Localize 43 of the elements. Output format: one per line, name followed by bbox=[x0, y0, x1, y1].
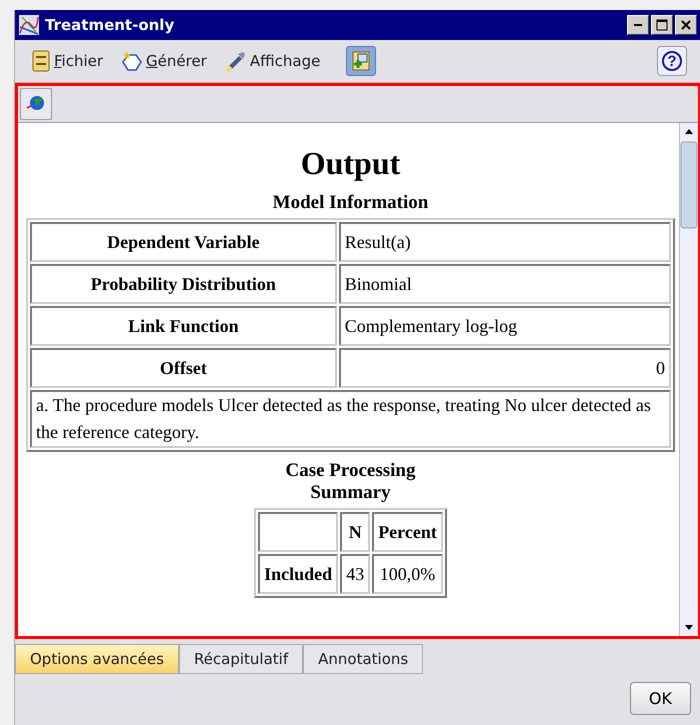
drawer-icon bbox=[31, 50, 51, 72]
row-header: Probability Distribution bbox=[30, 264, 337, 304]
toolbar-button[interactable] bbox=[346, 46, 376, 76]
table-title: Model Information bbox=[272, 192, 428, 214]
window-plus-icon bbox=[350, 50, 372, 72]
menu-item[interactable]: Affichage bbox=[222, 48, 322, 74]
close-button[interactable] bbox=[675, 15, 697, 35]
table-cell: 0 bbox=[338, 348, 671, 388]
row-header: Included bbox=[258, 554, 338, 594]
menu-item[interactable]: Générer bbox=[119, 48, 209, 74]
table-cell: 43 bbox=[340, 554, 370, 594]
table-title: Case Processing Summary bbox=[284, 460, 416, 504]
minimize-icon bbox=[634, 24, 642, 26]
output-title: Output bbox=[300, 145, 400, 182]
flashlight-icon bbox=[224, 50, 247, 72]
table-cell: Complementary log-log bbox=[338, 306, 671, 346]
scroll-thumb[interactable] bbox=[680, 140, 698, 230]
tab[interactable]: Annotations bbox=[303, 644, 424, 674]
column-header: N bbox=[340, 512, 370, 552]
table-cell: Binomial bbox=[338, 264, 671, 304]
chart-app-icon bbox=[19, 15, 39, 35]
row-header: Link Function bbox=[30, 306, 337, 346]
window-title: Treatment-only bbox=[45, 16, 176, 34]
menu-item[interactable]: Fichier bbox=[29, 48, 106, 74]
table-cell: 100,0% bbox=[372, 554, 443, 594]
scrollbar[interactable] bbox=[679, 123, 698, 636]
table-cell: Result(a) bbox=[338, 222, 671, 262]
tab[interactable]: Options avancées bbox=[15, 644, 179, 674]
tab[interactable]: Récapitulatif bbox=[178, 644, 304, 674]
footnote: a. The procedure models Ulcer detected as the response, treating No ulcer detected as the reference category. bbox=[30, 390, 671, 448]
row-header: Offset bbox=[30, 348, 337, 388]
close-icon bbox=[681, 20, 691, 30]
sparkle-hexagon-icon bbox=[121, 50, 144, 72]
row-header: Dependent Variable bbox=[30, 222, 337, 262]
minimize-button[interactable] bbox=[627, 15, 649, 35]
globe-button[interactable] bbox=[20, 88, 52, 120]
down-arrow-icon bbox=[685, 625, 693, 630]
help-button[interactable]: ? bbox=[657, 46, 687, 76]
maximize-icon bbox=[656, 19, 668, 31]
column-header: Percent bbox=[372, 512, 443, 552]
maximize-button[interactable] bbox=[651, 15, 673, 35]
ok-button[interactable]: OK bbox=[630, 682, 691, 715]
up-arrow-icon bbox=[685, 129, 693, 134]
